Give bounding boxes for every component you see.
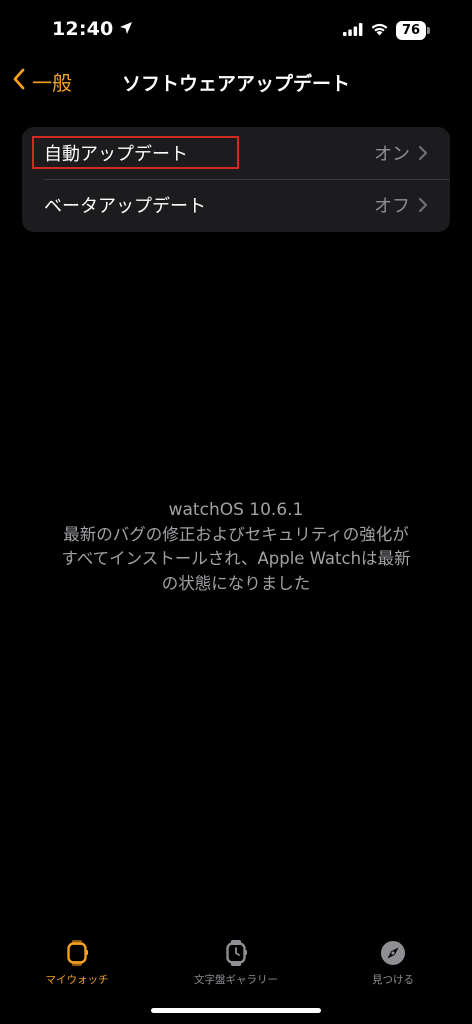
update-status-info: watchOS 10.6.1 最新のバグの修正およびセキュリティの強化が すべて…	[30, 498, 442, 596]
status-bar: 12:40 76	[0, 0, 472, 62]
navigation-bar: 一般 ソフトウェアアップデート	[0, 62, 472, 102]
location-arrow-icon	[119, 18, 133, 40]
status-message-line-3: の状態になりました	[161, 573, 311, 593]
auto-update-row[interactable]: 自動アップデート オン	[22, 127, 450, 179]
status-message-line-1: 最新のバグの修正およびセキュリティの強化が	[63, 524, 409, 544]
beta-update-label: ベータアップデート	[44, 196, 206, 217]
settings-group: 自動アップデート オン ベータアップデート オフ	[22, 127, 450, 232]
tab-face-gallery-label: 文字盤ギャラリー	[194, 974, 278, 986]
beta-update-row[interactable]: ベータアップデート オフ	[22, 179, 450, 231]
home-indicator[interactable]	[151, 1008, 321, 1013]
status-time: 12:40	[52, 18, 133, 40]
tab-discover-label: 見つける	[372, 974, 414, 986]
status-message-line-2: すべてインストールされ、Apple Watchは最新	[61, 549, 411, 568]
auto-update-value: オン	[374, 144, 410, 165]
battery-level: 76	[396, 21, 426, 40]
auto-update-label: 自動アップデート	[44, 144, 188, 165]
wifi-icon	[370, 21, 389, 40]
compass-icon	[328, 938, 458, 968]
tab-my-watch-label: マイウォッチ	[45, 974, 109, 986]
chevron-right-icon	[418, 145, 428, 161]
battery-indicator: 76	[396, 21, 430, 40]
watch-face-icon	[171, 938, 301, 968]
tab-discover[interactable]: 見つける	[328, 938, 458, 987]
battery-tip	[427, 27, 430, 34]
status-indicators: 76	[343, 21, 430, 40]
cellular-signal-icon	[343, 21, 363, 40]
clock-text: 12:40	[52, 18, 114, 40]
page-title-text: ソフトウェアアップデート	[121, 73, 350, 95]
watch-icon	[12, 938, 142, 968]
page-title: ソフトウェアアップデート	[0, 69, 472, 96]
beta-update-value: オフ	[374, 196, 410, 217]
os-version: watchOS 10.6.1	[168, 500, 304, 520]
chevron-right-icon	[418, 197, 428, 213]
tab-face-gallery[interactable]: 文字盤ギャラリー	[171, 938, 301, 987]
tab-my-watch[interactable]: マイウォッチ	[12, 938, 142, 987]
tab-bar: マイウォッチ 文字盤ギャラリー 見つける	[0, 930, 472, 1000]
